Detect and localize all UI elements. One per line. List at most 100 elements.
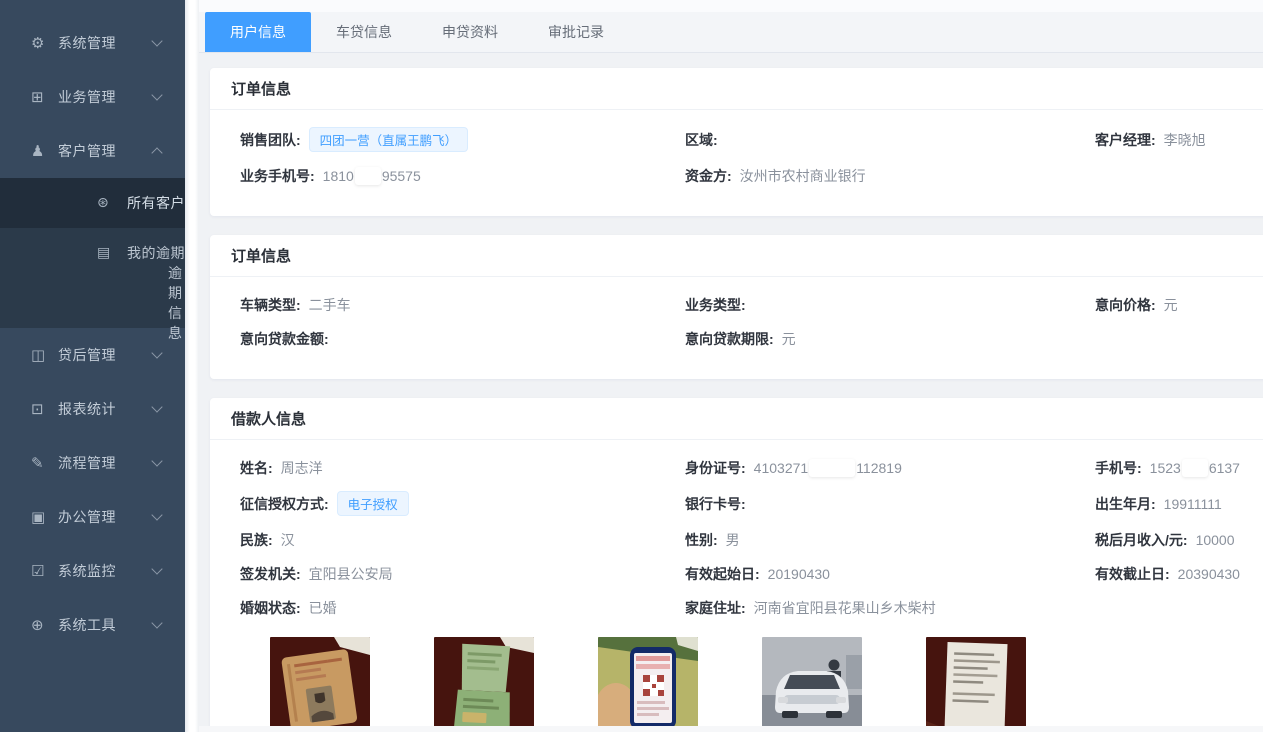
field-region: 区域: bbox=[685, 127, 1095, 152]
content-area: 订单信息销售团队:四团一营（直属王鹏飞）区域: 客户经理:李晓旭业务手机号:181… bbox=[199, 53, 1263, 732]
field-intended-loan-term: 意向贷款期限:元 bbox=[685, 328, 1095, 349]
sidebar-item-system-monitoring[interactable]: ☑系统监控 bbox=[0, 544, 185, 598]
field-account-manager: 客户经理:李晓旭 bbox=[1095, 127, 1263, 152]
field-row: 车辆类型: 二手车 业务类型:意向价格: 元 bbox=[240, 294, 1263, 315]
field-value: 汉 bbox=[281, 530, 295, 550]
field-value: 河南省宜阳县花果山乡木柴村 bbox=[754, 598, 936, 618]
field-valid-until: 有效截止日:20390430 bbox=[1095, 563, 1263, 584]
book-icon: ◫ bbox=[31, 346, 58, 364]
top-strip bbox=[199, 0, 1263, 12]
sidebar-item-report-statistics[interactable]: ⊡报表统计 bbox=[0, 382, 185, 436]
field-value: 112819 bbox=[856, 460, 902, 476]
field-marital-status: 婚姻状态:已婚 bbox=[240, 597, 685, 618]
field-intended-price: 意向价格: 元 bbox=[1095, 294, 1263, 315]
card-title: 借款人信息 bbox=[210, 398, 1263, 440]
field-birth-date: 出生年月: 19911111 bbox=[1095, 491, 1263, 516]
card-title-text: 订单信息 bbox=[231, 78, 291, 99]
tools-icon: ⊕ bbox=[31, 616, 58, 634]
field-label: 车辆类型: bbox=[240, 295, 301, 315]
card-title-text: 借款人信息 bbox=[231, 408, 306, 429]
card-order-info-1: 订单信息销售团队:四团一营（直属王鹏飞）区域: 客户经理:李晓旭业务手机号:181… bbox=[210, 68, 1263, 216]
field-label: 身份证号: bbox=[685, 458, 746, 478]
field-value: 19911111 bbox=[1164, 496, 1222, 512]
field-label: 出生年月: bbox=[1095, 494, 1156, 514]
submenu-customer-management: ⊛所有客户▤我的逾期逾期信息 bbox=[0, 178, 185, 328]
field-label: 区域: bbox=[685, 130, 718, 150]
tab-user-info[interactable]: 用户信息 bbox=[205, 12, 311, 52]
person-car-thumbnail[interactable] bbox=[762, 637, 862, 732]
field-row: 销售团队:四团一营（直属王鹏飞）区域: 客户经理:李晓旭 bbox=[240, 127, 1263, 152]
id-card-thumbnail[interactable] bbox=[270, 637, 370, 732]
field-label: 有效截止日: bbox=[1095, 564, 1170, 584]
sidebar: ⚙系统管理⊞业务管理♟客户管理⊛所有客户▤我的逾期逾期信息◫贷后管理⊡报表统计✎… bbox=[0, 0, 185, 732]
field-bank-card-number: 银行卡号: bbox=[685, 491, 1095, 516]
empty-cell bbox=[1095, 328, 1263, 349]
phone-qr-thumbnail[interactable] bbox=[598, 637, 698, 732]
horizontal-scrollbar[interactable] bbox=[199, 726, 1263, 732]
sidebar-item-post-loan-management[interactable]: ◫贷后管理 bbox=[0, 328, 185, 382]
field-ethnicity: 民族: 汉 bbox=[240, 529, 685, 550]
field-monthly-income-after-tax: 税后月收入/元:10000 bbox=[1095, 529, 1263, 550]
sidebar-item-label: 逾期信息 bbox=[168, 263, 185, 343]
paper-doc-thumbnail[interactable] bbox=[926, 637, 1026, 732]
content-scrollbar[interactable] bbox=[185, 0, 199, 732]
field-value: 汝州市农村商业银行 bbox=[740, 166, 866, 186]
monitor-icon: ⊡ bbox=[31, 400, 58, 418]
sidebar-item-office-management[interactable]: ▣办公管理 bbox=[0, 490, 185, 544]
office-icon: ▣ bbox=[31, 508, 58, 526]
field-business-phone: 业务手机号:181095575 bbox=[240, 165, 685, 186]
field-mobile: 手机号:15236137 bbox=[1095, 457, 1263, 478]
field-row: 征信授权方式:电子授权银行卡号: 出生年月: 19911111 bbox=[240, 491, 1263, 516]
sidebar-item-all-customers[interactable]: ⊛所有客户 bbox=[0, 178, 185, 228]
sidebar-item-label: 我的逾期 bbox=[127, 243, 185, 263]
green-booklet-thumbnail[interactable] bbox=[434, 637, 534, 732]
field-funder: 资金方:汝州市农村商业银行 bbox=[685, 165, 1095, 186]
field-label: 业务手机号: bbox=[240, 166, 315, 186]
user-icon: ♟ bbox=[31, 142, 58, 160]
field-label: 销售团队: bbox=[240, 130, 301, 150]
sidebar-item-customer-management[interactable]: ♟客户管理 bbox=[0, 124, 185, 178]
field-row: 签发机关:宜阳县公安局有效起始日:20190430有效截止日:20390430 bbox=[240, 563, 1263, 584]
field-row: 婚姻状态:已婚家庭住址:河南省宜阳县花果山乡木柴村 bbox=[240, 597, 1263, 618]
tab-label: 车贷信息 bbox=[336, 24, 392, 40]
sidebar-item-label: 贷后管理 bbox=[58, 345, 116, 365]
tab-approval-records[interactable]: 审批记录 bbox=[523, 12, 629, 52]
field-label: 银行卡号: bbox=[685, 494, 746, 514]
field-value: 元 bbox=[1164, 295, 1178, 315]
empty-cell bbox=[1095, 597, 1263, 618]
sidebar-item-system-management[interactable]: ⚙系统管理 bbox=[0, 16, 185, 70]
sidebar-item-overdue-info[interactable]: 逾期信息 bbox=[0, 278, 185, 328]
field-label: 意向价格: bbox=[1095, 295, 1156, 315]
field-label: 民族: bbox=[240, 530, 273, 550]
sidebar-item-system-tools[interactable]: ⊕系统工具 bbox=[0, 598, 185, 652]
field-value: 男 bbox=[726, 530, 740, 550]
field-name: 姓名:周志洋 bbox=[240, 457, 685, 478]
field-label: 婚姻状态: bbox=[240, 598, 301, 618]
privacy-mask bbox=[809, 459, 855, 477]
field-label: 姓名: bbox=[240, 458, 273, 478]
field-credit-auth-method: 征信授权方式:电子授权 bbox=[240, 491, 685, 516]
field-label: 有效起始日: bbox=[685, 564, 760, 584]
tab-label: 用户信息 bbox=[230, 24, 286, 40]
sidebar-item-process-management[interactable]: ✎流程管理 bbox=[0, 436, 185, 490]
field-id-number: 身份证号:4103271112819 bbox=[685, 457, 1095, 478]
sidebar-item-business-management[interactable]: ⊞业务管理 bbox=[0, 70, 185, 124]
attachment-credit-auth-photo: 征信授权 bbox=[598, 637, 698, 732]
field-value: 二手车 bbox=[309, 295, 351, 315]
field-label: 税后月收入/元: bbox=[1095, 530, 1188, 550]
tab-loan-application-docs[interactable]: 申贷资料 bbox=[417, 12, 523, 52]
sidebar-item-label: 系统监控 bbox=[58, 561, 116, 581]
field-label: 意向贷款金额: bbox=[240, 329, 329, 349]
privacy-mask bbox=[1182, 459, 1208, 477]
field-sales-team: 销售团队:四团一营（直属王鹏飞） bbox=[240, 127, 685, 152]
field-row: 民族:汉性别:男税后月收入/元:10000 bbox=[240, 529, 1263, 550]
tab-car-loan-info[interactable]: 车贷信息 bbox=[311, 12, 417, 52]
card-borrower-info: 借款人信息姓名:周志洋身份证号:4103271112819手机号:1523613… bbox=[210, 398, 1263, 732]
field-vehicle-type: 车辆类型: 二手车 bbox=[240, 294, 685, 315]
tab-bar: 用户信息 车贷信息 申贷资料审批记录 bbox=[199, 12, 1263, 53]
field-value: 95575 bbox=[382, 168, 421, 184]
field-label: 签发机关: bbox=[240, 564, 301, 584]
sidebar-item-my-overdue[interactable]: ▤我的逾期 bbox=[0, 228, 185, 278]
field-business-type: 业务类型: bbox=[685, 294, 1095, 315]
sidebar-item-label: 系统管理 bbox=[58, 33, 116, 53]
